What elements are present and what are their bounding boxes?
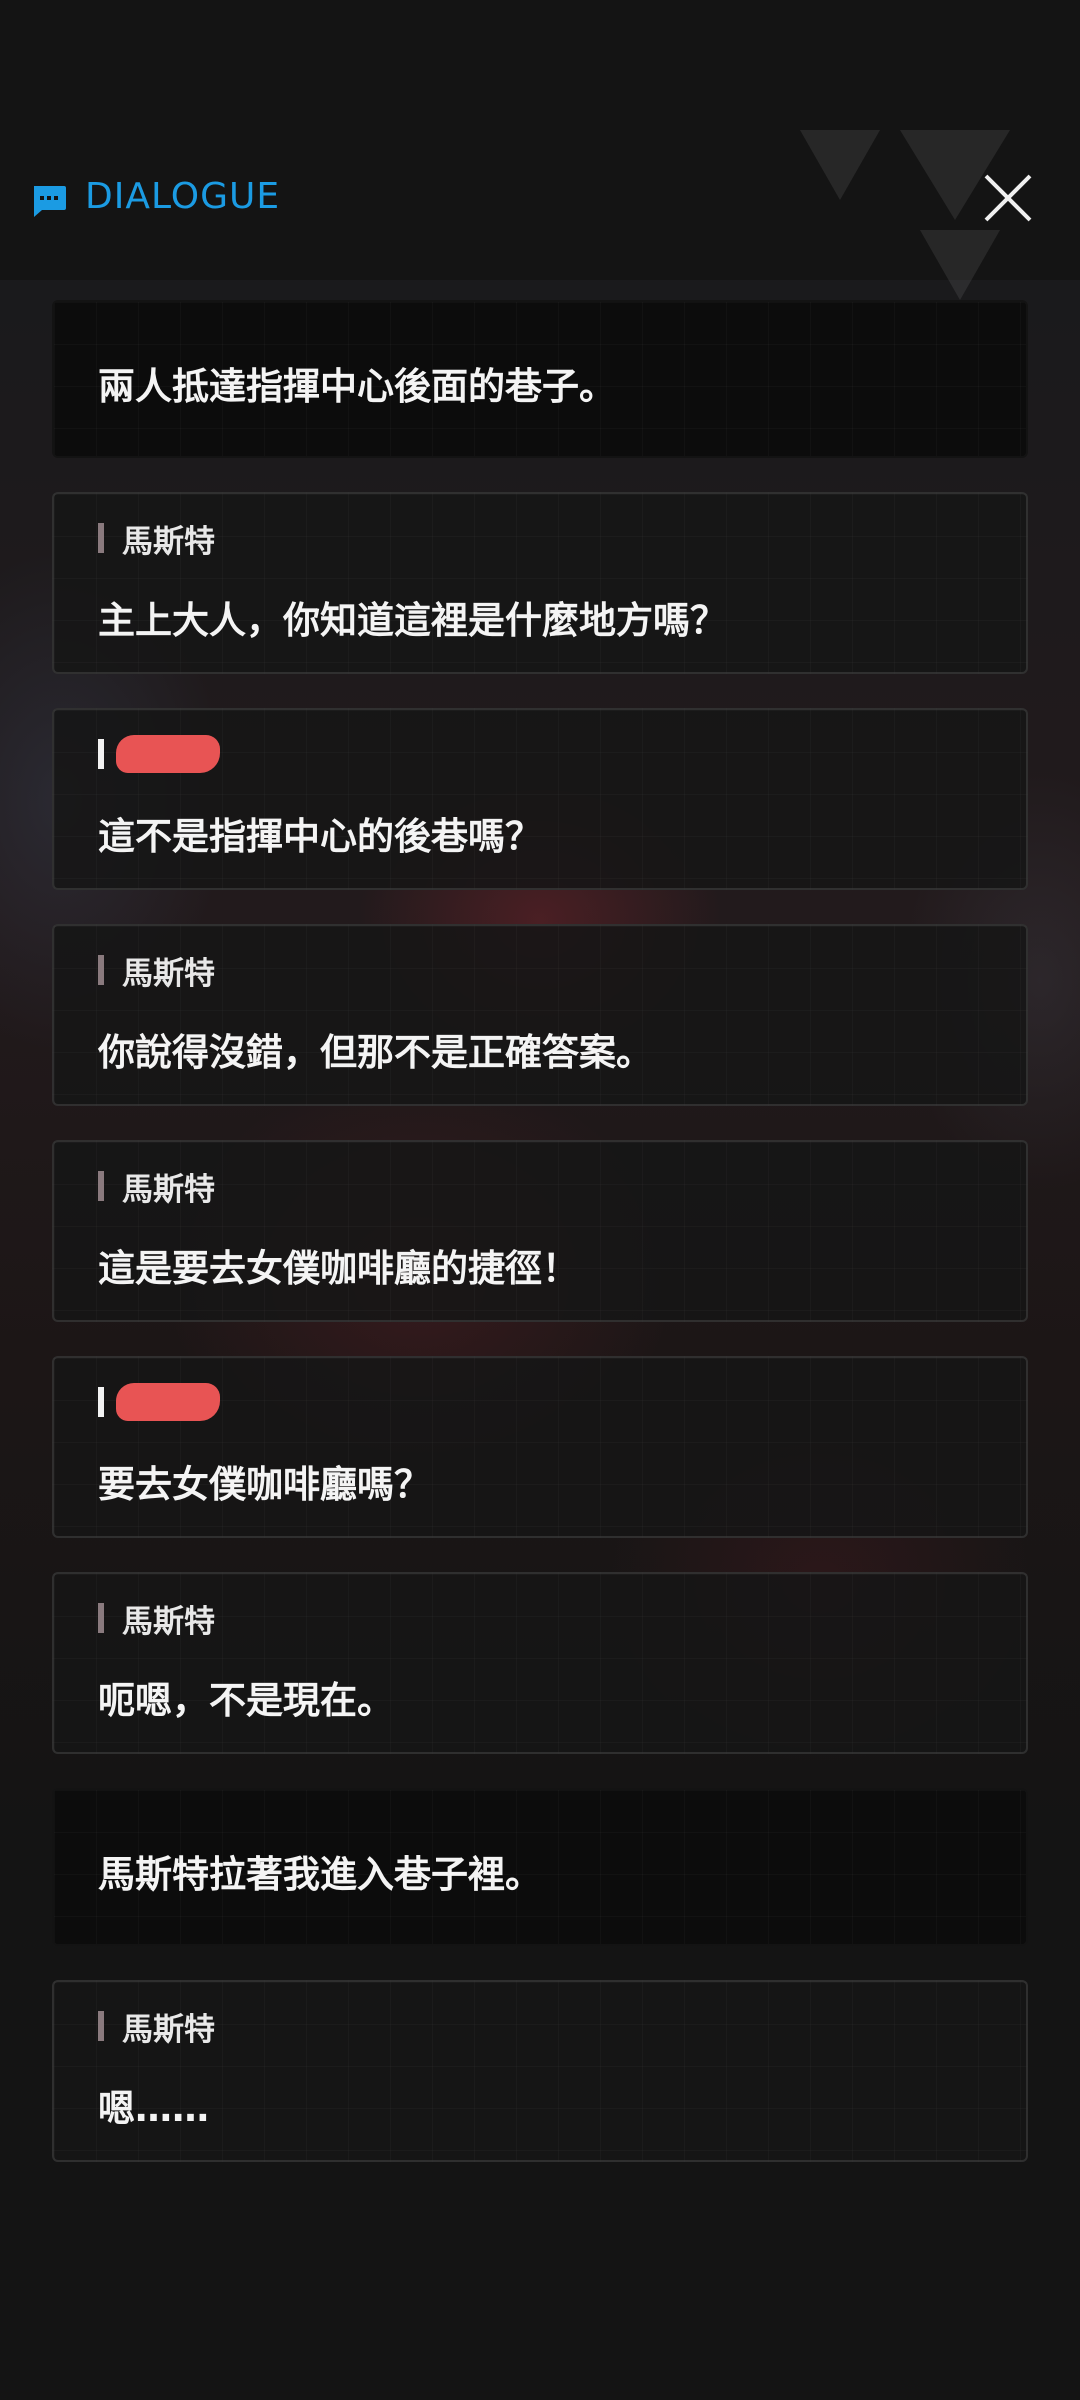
dialogue-text: 呃嗯，不是現在。 (98, 1679, 394, 1722)
speaker-name: 馬斯特 (122, 2011, 215, 2048)
speaker-marker (98, 2011, 104, 2041)
dialogue-text: 這是要去女僕咖啡廳的捷徑！ (98, 1247, 579, 1290)
dialogue-text: 這不是指揮中心的後巷嗎？ (98, 815, 542, 858)
narration-text: 馬斯特拉著我進入巷子裡。 (98, 1853, 542, 1896)
speaker-tag: 馬斯特 (98, 1598, 215, 1640)
narration-text: 兩人抵達指揮中心後面的巷子。 (98, 365, 616, 408)
speaker-name: 馬斯特 (122, 1603, 215, 1640)
speaker-tag: 馬斯特 (98, 950, 215, 992)
chat-icon (34, 186, 66, 217)
speaker-name: 馬斯特 (122, 955, 215, 992)
dialogue-header: DIALOGUE (30, 170, 1050, 230)
dialogue-log-screen: DIALOGUE 兩人抵達指揮中心後面的巷子。 馬斯特 主上大人，你知道這裡是什… (0, 0, 1080, 2400)
close-icon[interactable] (980, 170, 1036, 226)
redacted-speaker-name (116, 735, 220, 773)
dialogue-text: 你說得沒錯，但那不是正確答案。 (98, 1031, 653, 1074)
speaker-marker (98, 955, 104, 985)
speaker-tag: 馬斯特 (98, 518, 215, 560)
speaker-tag: 馬斯特 (98, 1166, 215, 1208)
dialogue-text: 嗯…… (98, 2087, 209, 2130)
dialogue-title: DIALOGUE (85, 176, 281, 217)
dialogue-card: 馬斯特 呃嗯，不是現在。 (52, 1572, 1028, 1754)
speaker-tag (98, 734, 220, 774)
speaker-marker (98, 1387, 104, 1417)
dialogue-card: 馬斯特 主上大人，你知道這裡是什麼地方嗎？ (52, 492, 1028, 674)
dialogue-card: 馬斯特 嗯…… (52, 1980, 1028, 2162)
dialogue-card: 馬斯特 這是要去女僕咖啡廳的捷徑！ (52, 1140, 1028, 1322)
speaker-tag (98, 1382, 220, 1422)
redacted-speaker-name (116, 1383, 220, 1421)
speaker-marker (98, 1603, 104, 1633)
speaker-marker (98, 1171, 104, 1201)
dialogue-card: 要去女僕咖啡廳嗎？ (52, 1356, 1028, 1538)
dialogue-list[interactable]: 兩人抵達指揮中心後面的巷子。 馬斯特 主上大人，你知道這裡是什麼地方嗎？ 這不是… (52, 300, 1028, 2196)
speaker-tag: 馬斯特 (98, 2006, 215, 2048)
dialogue-text: 要去女僕咖啡廳嗎？ (98, 1463, 431, 1506)
dialogue-text: 主上大人，你知道這裡是什麼地方嗎？ (98, 599, 727, 642)
speaker-marker (98, 739, 104, 769)
speaker-name: 馬斯特 (122, 523, 215, 560)
narration-card: 馬斯特拉著我進入巷子裡。 (52, 1788, 1028, 1946)
dialogue-card: 馬斯特 你說得沒錯，但那不是正確答案。 (52, 924, 1028, 1106)
narration-card: 兩人抵達指揮中心後面的巷子。 (52, 300, 1028, 458)
dialogue-card: 這不是指揮中心的後巷嗎？ (52, 708, 1028, 890)
speaker-marker (98, 523, 104, 553)
speaker-name: 馬斯特 (122, 1171, 215, 1208)
